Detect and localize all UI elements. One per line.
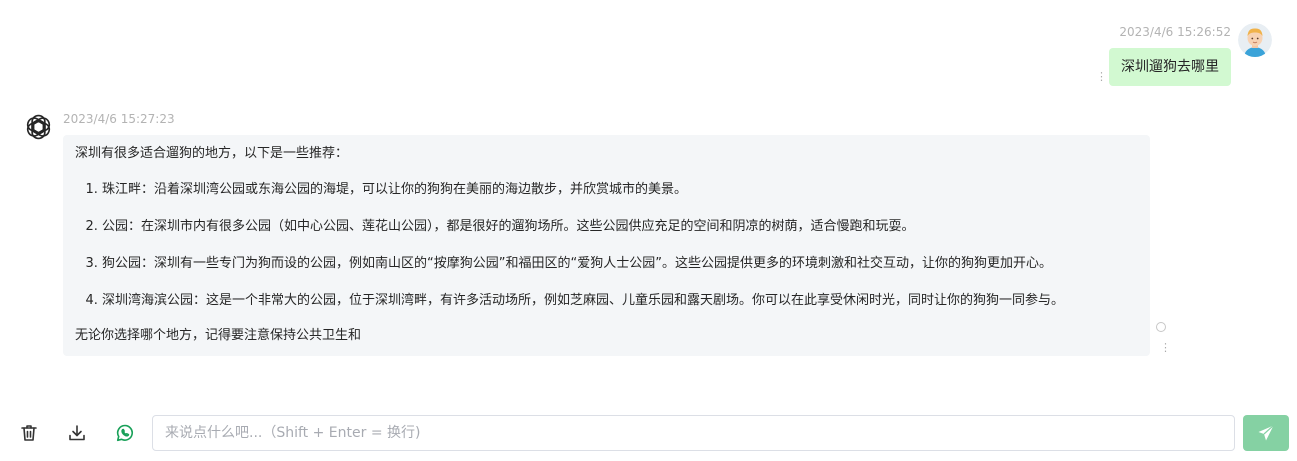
download-icon[interactable]	[67, 423, 87, 443]
loading-ring-icon	[1156, 322, 1166, 332]
user-avatar	[1238, 23, 1272, 57]
ai-outro-text: 无论你选择哪个地方，记得要注意保持公共卫生和	[75, 328, 362, 343]
more-vertical-icon[interactable]: ⋮	[1160, 342, 1171, 353]
send-icon	[1257, 424, 1275, 442]
recommendation-list: 珠江畔：沿着深圳湾公园或东海公园的海堤，可以让你的狗狗在美丽的海边散步，并欣赏城…	[75, 181, 1138, 310]
trash-icon[interactable]	[19, 423, 39, 443]
message-input[interactable]	[152, 415, 1235, 451]
ai-message-bubble: 深圳有很多适合遛狗的地方，以下是一些推荐： 珠江畔：沿着深圳湾公园或东海公园的海…	[63, 135, 1150, 356]
list-item: 珠江畔：沿着深圳湾公园或东海公园的海堤，可以让你的狗狗在美丽的海边散步，并欣赏城…	[102, 181, 1138, 199]
list-item: 狗公园：深圳有一些专门为狗而设的公园，例如南山区的“按摩狗公园”和福田区的“爱狗…	[102, 255, 1138, 273]
send-button[interactable]	[1243, 415, 1289, 451]
whatsapp-icon[interactable]	[115, 423, 135, 443]
ai-message-timestamp: 2023/4/6 15:27:23	[63, 112, 175, 126]
user-message-timestamp: 2023/4/6 15:26:52	[1119, 25, 1231, 39]
list-item: 公园：在深圳市内有很多公园（如中心公园、莲花山公园），都是很好的遛狗场所。这些公…	[102, 218, 1138, 236]
openai-logo-icon	[24, 112, 53, 142]
ai-intro-text: 深圳有很多适合遛狗的地方，以下是一些推荐：	[75, 146, 349, 161]
user-message-bubble: 深圳遛狗去哪里	[1109, 48, 1231, 86]
list-item: 深圳湾海滨公园：这是一个非常大的公园，位于深圳湾畔，有许多活动场所，例如芝麻园、…	[102, 292, 1138, 310]
more-vertical-icon[interactable]: ⋮	[1096, 71, 1107, 82]
